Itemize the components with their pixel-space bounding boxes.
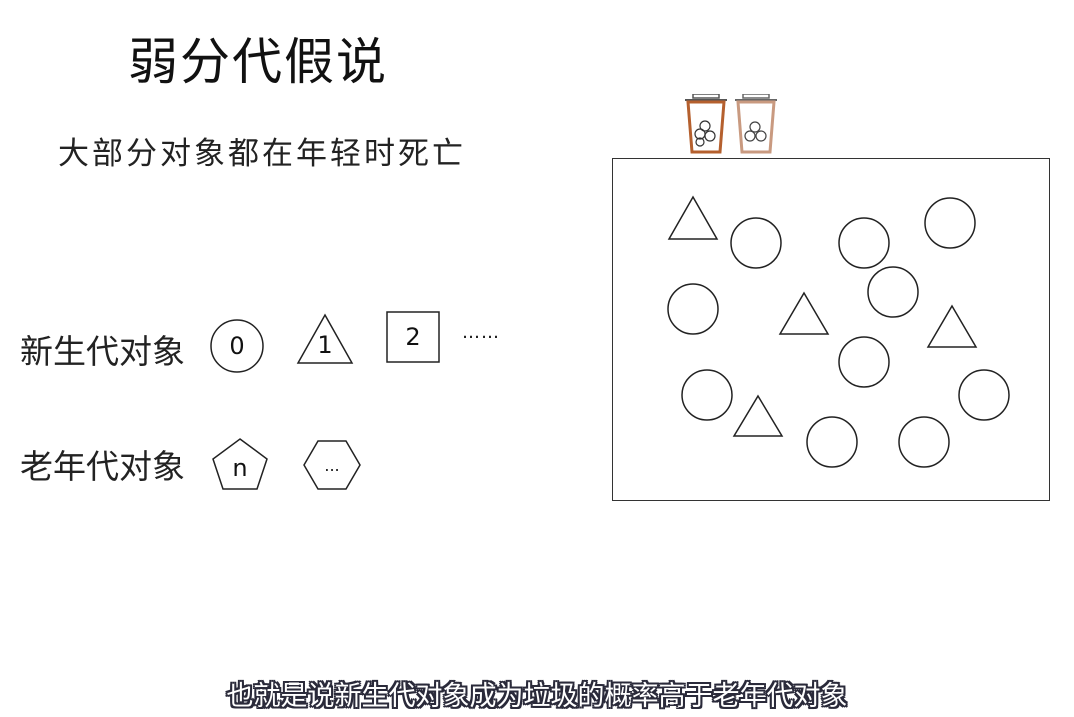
heap-object-circle — [838, 217, 890, 269]
more-objects-ellipsis: …… — [462, 322, 500, 343]
heap-object-triangle — [778, 291, 830, 335]
heap-object-circle — [806, 416, 858, 468]
heap-object-circle — [958, 369, 1010, 421]
page-title: 弱分代假说 — [128, 33, 388, 91]
young-object-label: 2 — [405, 323, 421, 351]
heap-object-circle — [867, 266, 919, 318]
video-caption: 也就是说新生代对象成为垃圾的概率高于老年代对象 — [0, 674, 1074, 713]
heap-object-triangle — [732, 394, 784, 437]
heap-object-circle — [924, 197, 976, 249]
old-object-label: n — [232, 454, 248, 482]
old-object-hexagon: ... — [303, 440, 361, 490]
heap-object-circle — [898, 416, 950, 468]
heap-object-circle — [730, 217, 782, 269]
hypothesis-statement: 大部分对象都在年轻时死亡 — [58, 136, 466, 172]
heap-object-triangle — [926, 304, 978, 348]
heap-object-triangle — [667, 195, 719, 240]
old-generation-label: 老年代对象 — [20, 447, 185, 486]
caption-text: 也就是说新生代对象成为垃圾的概率高于老年代对象 — [226, 681, 848, 712]
young-object-label: 0 — [229, 332, 245, 360]
garbage-bin-icon — [733, 93, 781, 158]
young-object-label: 1 — [317, 331, 333, 359]
young-object-circle: 0 — [209, 318, 265, 374]
heap-object-circle — [667, 283, 719, 335]
heap-object-circle — [681, 369, 733, 421]
old-object-pentagon: n — [211, 437, 269, 491]
young-object-square: 2 — [386, 311, 440, 363]
young-object-triangle: 1 — [296, 313, 354, 365]
old-object-label: ... — [324, 455, 340, 475]
heap-memory-area — [612, 158, 1050, 501]
heap-object-circle — [838, 336, 890, 388]
heap-objects — [667, 195, 1010, 468]
garbage-bin-icon — [683, 93, 731, 158]
young-generation-label: 新生代对象 — [20, 332, 185, 371]
